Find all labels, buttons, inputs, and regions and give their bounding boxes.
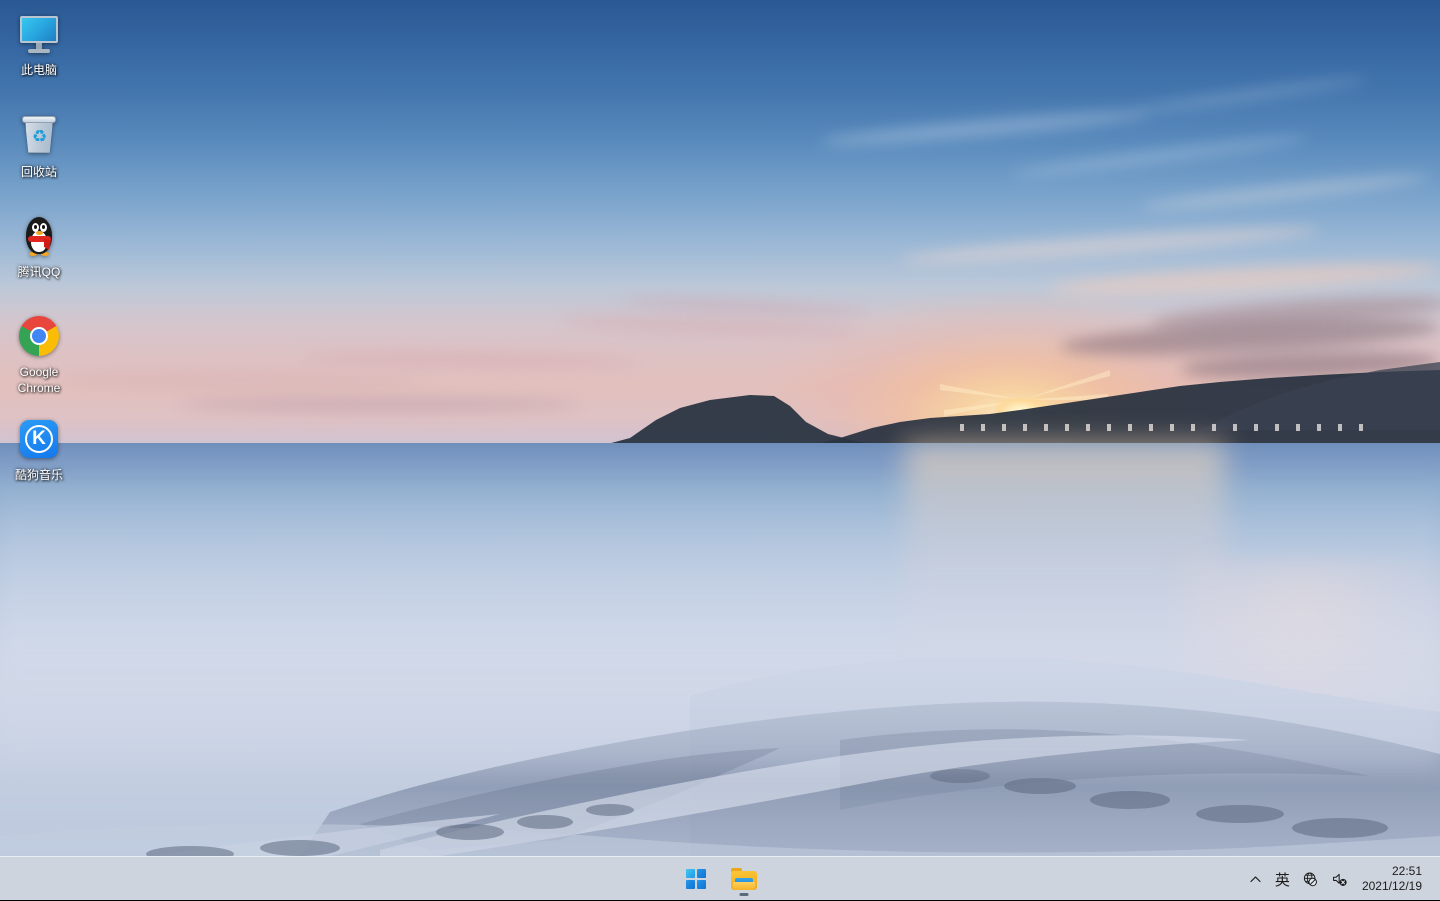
system-tray: 英 22:51 2021/12/19: [1243, 857, 1440, 901]
desktop-icon-label: 腾讯QQ: [17, 265, 61, 279]
wallpaper-sea: [0, 443, 1440, 856]
chevron-up-icon: [1250, 875, 1262, 882]
desktop-icon-google-chrome[interactable]: Google Chrome: [4, 312, 74, 396]
chrome-icon: [15, 312, 63, 360]
desktop-wallpaper[interactable]: 此电脑 ♻ 回收站 腾讯QQ Google Chrome K 酷狗音乐: [0, 0, 1440, 856]
computer-monitor-icon: [15, 10, 63, 58]
desktop-icon-tencent-qq[interactable]: 腾讯QQ: [4, 212, 74, 280]
tray-overflow-button[interactable]: [1243, 861, 1269, 897]
desktop-icon-label: 酷狗音乐: [14, 468, 63, 482]
taskbar-center-group: [676, 857, 764, 901]
globe-no-internet-icon: [1303, 872, 1317, 886]
taskbar: 英 22:51 2021/12/19: [0, 856, 1440, 900]
tray-ime-indicator[interactable]: 英: [1269, 861, 1296, 897]
desktop-icon-label: 回收站: [20, 165, 57, 179]
kugou-music-icon: K: [15, 415, 63, 463]
tray-volume-button[interactable]: [1325, 861, 1354, 897]
desktop-icon-label: Google Chrome: [17, 365, 61, 395]
windows-logo-icon: [686, 868, 706, 889]
desktop-icon-label: 此电脑: [20, 63, 57, 77]
file-explorer-icon: [731, 867, 757, 890]
desktop-icon-layer: 此电脑 ♻ 回收站 腾讯QQ Google Chrome K 酷狗音乐: [0, 0, 180, 856]
taskbar-item-file-explorer[interactable]: [724, 859, 764, 899]
clock-date: 2021/12/19: [1361, 879, 1422, 893]
desktop-icon-kugou-music[interactable]: K 酷狗音乐: [4, 415, 74, 483]
wallpaper-sky: [0, 0, 1440, 448]
taskbar-running-indicator: [739, 892, 749, 896]
recycle-bin-icon: ♻: [15, 112, 63, 160]
taskbar-clock[interactable]: 22:51 2021/12/19: [1354, 861, 1432, 897]
clock-time: 22:51: [1391, 864, 1422, 878]
tray-network-button[interactable]: [1296, 861, 1325, 897]
qq-penguin-icon: [15, 212, 63, 260]
start-button[interactable]: [676, 859, 716, 899]
speaker-muted-icon: [1332, 873, 1347, 886]
desktop-icon-recycle-bin[interactable]: ♻ 回收站: [4, 112, 74, 180]
desktop-icon-this-pc[interactable]: 此电脑: [4, 10, 74, 78]
